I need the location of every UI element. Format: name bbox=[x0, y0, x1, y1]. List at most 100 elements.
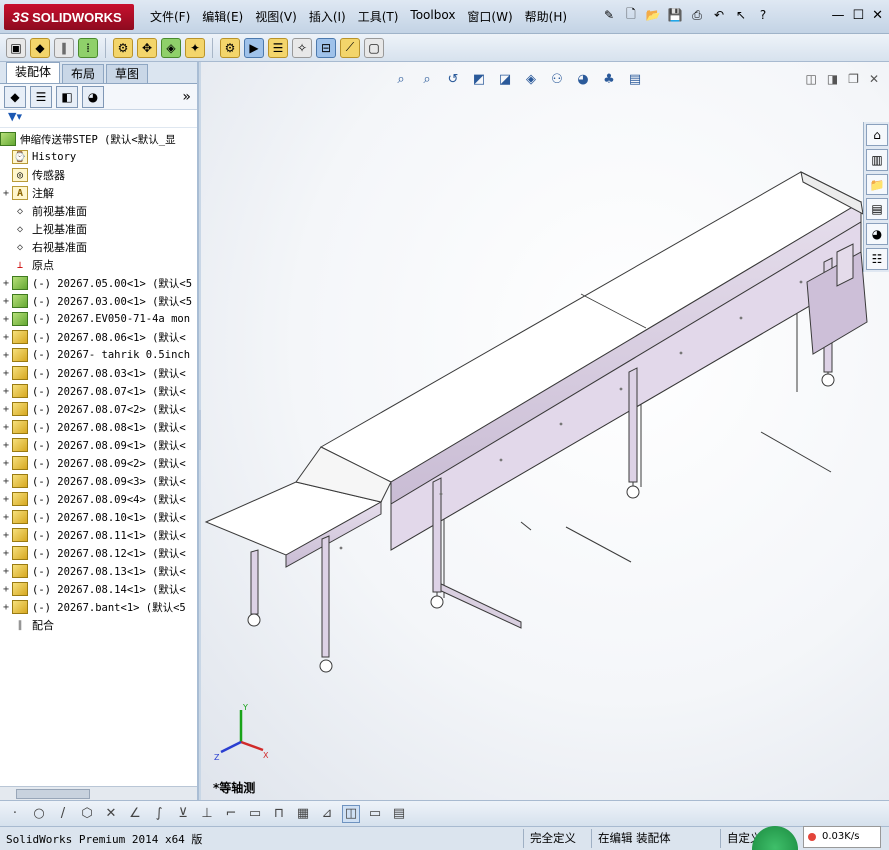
tree-item[interactable]: ◇ 右视基准面 bbox=[0, 238, 197, 256]
new-document-icon[interactable]: 🗋 bbox=[622, 6, 640, 24]
feature-manager-icon[interactable]: ◆ bbox=[4, 85, 26, 108]
expand-icon[interactable]: + bbox=[0, 584, 12, 595]
tree-item[interactable]: + (-) 20267.08.06<1> (默认< bbox=[0, 328, 197, 346]
tree-item[interactable]: + (-) 20267.08.03<1> (默认< bbox=[0, 364, 197, 382]
view-palette-icon[interactable]: ▤ bbox=[866, 198, 888, 221]
menu-file[interactable]: 文件(F) bbox=[150, 8, 190, 25]
menu-help[interactable]: 帮助(H) bbox=[525, 8, 567, 25]
tree-item[interactable]: + (-) 20267.08.14<1> (默认< bbox=[0, 580, 197, 598]
file-explorer-icon[interactable]: 📁 bbox=[866, 173, 888, 196]
expand-icon[interactable]: + bbox=[0, 512, 12, 523]
tree-horizontal-scrollbar[interactable] bbox=[0, 786, 197, 800]
dimension-icon[interactable]: ⊓ bbox=[270, 805, 288, 823]
tab-assembly[interactable]: 装配体 bbox=[6, 62, 61, 83]
circle-icon[interactable]: ○ bbox=[30, 805, 48, 823]
expand-icon[interactable]: + bbox=[0, 368, 12, 379]
bill-of-materials-icon[interactable]: ☰ bbox=[268, 37, 288, 58]
relation-icon[interactable]: ⊻ bbox=[174, 805, 192, 823]
configuration-manager-icon[interactable]: ◧ bbox=[56, 85, 78, 108]
tree-item[interactable]: ◇ 前视基准面 bbox=[0, 202, 197, 220]
graphics-viewport[interactable]: ⌕ ⌕ ↺ ◩ ◪ ◈ ⚇ ◕ ♣ ▤ ◫ ◨ ❐ ✕ Y X Z *等轴测 bbox=[201, 62, 889, 800]
rectangle-icon[interactable]: ▭ bbox=[246, 805, 264, 823]
assembly-features-icon[interactable]: ✦ bbox=[185, 37, 205, 58]
save-icon[interactable]: 💾 bbox=[666, 6, 684, 24]
tree-item[interactable]: + (-) 20267.05.00<1> (默认<5 bbox=[0, 274, 197, 292]
tree-item[interactable]: + (-) 20267.08.09<4> (默认< bbox=[0, 490, 197, 508]
close-icon[interactable]: ✕ bbox=[872, 8, 883, 23]
expand-icon[interactable]: + bbox=[0, 188, 12, 199]
property-manager-icon[interactable]: ☰ bbox=[30, 85, 52, 108]
expand-icon[interactable]: + bbox=[0, 386, 12, 397]
tree-item[interactable]: + (-) 20267- tahrik 0.5inch bbox=[0, 346, 197, 364]
tree-item[interactable]: + (-) 20267.03.00<1> (默认<5 bbox=[0, 292, 197, 310]
tree-item[interactable]: ◇ 上视基准面 bbox=[0, 220, 197, 238]
tree-item[interactable]: ◎ 传感器 bbox=[0, 166, 197, 184]
four-view-icon[interactable]: ▤ bbox=[390, 805, 408, 823]
expand-icon[interactable]: + bbox=[0, 404, 12, 415]
open-folder-icon[interactable]: 📂 bbox=[644, 6, 662, 24]
expand-icon[interactable]: + bbox=[0, 602, 12, 613]
minimize-icon[interactable]: — bbox=[831, 8, 844, 23]
tree-item[interactable]: ∥ 配合 bbox=[0, 616, 197, 634]
expand-panel-icon[interactable]: » bbox=[182, 89, 191, 105]
expand-icon[interactable]: + bbox=[0, 350, 12, 361]
front-view-icon[interactable]: ▭ bbox=[366, 805, 384, 823]
solidworks-logo[interactable]: 3S SOLIDWORKS bbox=[4, 4, 134, 30]
mirror-icon[interactable]: ⊿ bbox=[318, 805, 336, 823]
new-assembly-icon[interactable]: ◆ bbox=[30, 37, 50, 58]
perpendicular-icon[interactable]: ⊥ bbox=[198, 805, 216, 823]
insert-component-icon[interactable]: ▣ bbox=[6, 37, 26, 58]
smart-fasteners-icon[interactable]: ⚙ bbox=[113, 37, 133, 58]
tree-item[interactable]: + (-) 20267.08.13<1> (默认< bbox=[0, 562, 197, 580]
tree-item[interactable]: + A 注解 bbox=[0, 184, 197, 202]
scrollbar-thumb[interactable] bbox=[16, 789, 90, 799]
tree-item[interactable]: ⊥ 原点 bbox=[0, 256, 197, 274]
mate-icon[interactable]: ∥ bbox=[54, 37, 74, 58]
display-manager-icon[interactable]: ◕ bbox=[82, 85, 104, 108]
new-motion-study-icon[interactable]: ▶ bbox=[244, 37, 264, 58]
tree-item[interactable]: + (-) 20267.EV050-71-4a mon bbox=[0, 310, 197, 328]
conveyor-model[interactable] bbox=[201, 62, 889, 800]
isometric-view-icon[interactable]: ◫ bbox=[342, 804, 360, 823]
tree-item[interactable]: + (-) 20267.08.10<1> (默认< bbox=[0, 508, 197, 526]
move-component-icon[interactable]: ✥ bbox=[137, 37, 157, 58]
tree-item[interactable]: + (-) 20267.08.08<1> (默认< bbox=[0, 418, 197, 436]
tree-item[interactable]: ⌚ History bbox=[0, 148, 197, 166]
tree-item[interactable]: + (-) 20267.08.09<1> (默认< bbox=[0, 436, 197, 454]
expand-icon[interactable]: + bbox=[0, 458, 12, 469]
expand-icon[interactable]: + bbox=[0, 548, 12, 559]
show-hidden-icon[interactable]: ◈ bbox=[161, 37, 181, 58]
tree-item[interactable]: + (-) 20267.08.11<1> (默认< bbox=[0, 526, 197, 544]
print-icon[interactable]: ⎙ bbox=[688, 6, 706, 24]
expand-icon[interactable]: + bbox=[0, 296, 12, 307]
expand-icon[interactable]: + bbox=[0, 530, 12, 541]
expand-icon[interactable]: + bbox=[0, 566, 12, 577]
solidworks-resources-icon[interactable]: ⌂ bbox=[866, 124, 888, 146]
tree-item[interactable]: + (-) 20267.08.12<1> (默认< bbox=[0, 544, 197, 562]
tree-item[interactable]: + (-) 20267.08.07<1> (默认< bbox=[0, 382, 197, 400]
polygon-icon[interactable]: ⬡ bbox=[78, 805, 96, 823]
expand-icon[interactable]: + bbox=[0, 278, 12, 289]
exploded-view-icon[interactable]: ✧ bbox=[292, 37, 312, 58]
tree-item[interactable]: + (-) 20267.08.09<3> (默认< bbox=[0, 472, 197, 490]
undo-icon[interactable]: ↶ bbox=[710, 6, 728, 24]
tab-sketch[interactable]: 草图 bbox=[106, 64, 149, 83]
expand-icon[interactable]: + bbox=[0, 332, 12, 343]
menu-edit[interactable]: 编辑(E) bbox=[202, 8, 243, 25]
expand-icon[interactable]: + bbox=[0, 494, 12, 505]
grid-icon[interactable]: ▦ bbox=[294, 805, 312, 823]
expand-icon[interactable]: + bbox=[0, 440, 12, 451]
interference-detection-icon[interactable]: ⊟ bbox=[316, 37, 336, 58]
line-icon[interactable]: / bbox=[54, 805, 72, 823]
linear-pattern-icon[interactable]: ⁞ bbox=[78, 37, 98, 58]
custom-properties-icon[interactable]: ☷ bbox=[866, 248, 888, 270]
help-icon[interactable]: ? bbox=[754, 6, 772, 24]
angle-icon[interactable]: ∠ bbox=[126, 805, 144, 823]
tree-item[interactable]: + (-) 20267.08.09<2> (默认< bbox=[0, 454, 197, 472]
snapshot-icon[interactable]: ▢ bbox=[364, 37, 384, 58]
menu-toolbox[interactable]: Toolbox bbox=[410, 8, 455, 25]
expand-icon[interactable]: + bbox=[0, 476, 12, 487]
menu-window[interactable]: 窗口(W) bbox=[467, 8, 512, 25]
point-icon[interactable]: · bbox=[6, 805, 24, 823]
menu-insert[interactable]: 插入(I) bbox=[309, 8, 346, 25]
